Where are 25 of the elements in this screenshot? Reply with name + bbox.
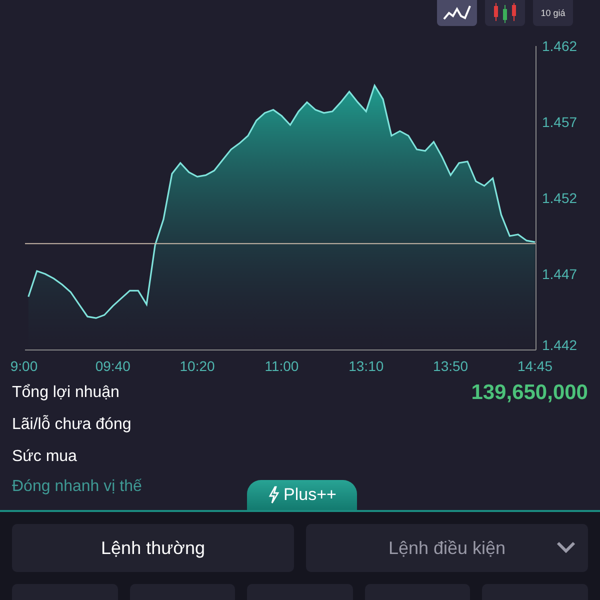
x-axis-label: 10:20 xyxy=(180,358,215,374)
stat-label: Tổng lợi nhuận xyxy=(12,384,120,402)
stat-label: Sức mua xyxy=(12,448,77,466)
x-axis-label: 14:45 xyxy=(517,358,553,374)
stat-label: Lãi/lỗ chưa đóng xyxy=(12,416,132,434)
x-axis-label: 11:00 xyxy=(264,358,299,374)
candlestick-button[interactable] xyxy=(485,0,525,26)
y-axis-label: 1.457 xyxy=(542,114,578,130)
x-axis-label: 13:10 xyxy=(348,358,384,374)
x-axis-label: 9:00 xyxy=(10,358,38,374)
chevron-down-icon xyxy=(556,541,576,553)
lightning-icon xyxy=(268,486,280,504)
price-levels-button[interactable]: 10 giá xyxy=(533,0,573,26)
quick-close-link[interactable]: Đóng nhanh vị thế xyxy=(12,478,142,496)
y-axis-label: 1.447 xyxy=(542,266,578,282)
profit-value: 139,650,000 xyxy=(471,381,588,405)
y-axis-label: 1.462 xyxy=(542,38,578,54)
y-axis-label: 1.442 xyxy=(542,337,578,353)
x-axis-label: 09:40 xyxy=(95,358,130,374)
line-chart-button[interactable] xyxy=(437,0,477,26)
x-axis-label: 13:50 xyxy=(433,358,468,374)
plus-tab[interactable]: Plus++ xyxy=(247,480,357,510)
order-tab[interactable]: Lệnh điều kiện xyxy=(306,524,588,572)
y-axis-label: 1.452 xyxy=(542,190,578,206)
order-tab[interactable]: Lệnh thường xyxy=(12,524,294,572)
